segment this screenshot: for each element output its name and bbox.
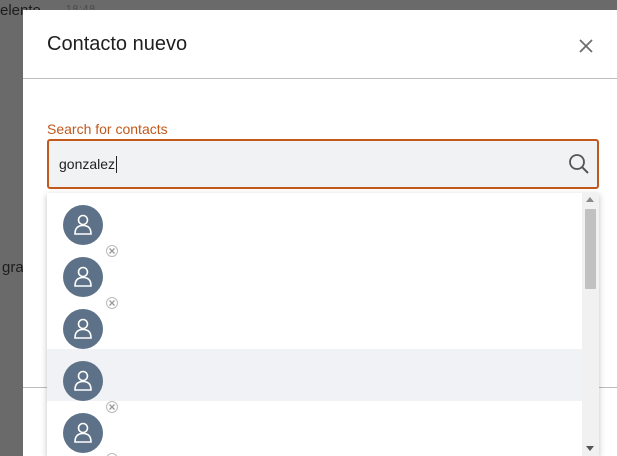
search-input[interactable] bbox=[59, 153, 539, 175]
close-button[interactable] bbox=[576, 36, 596, 56]
search-label: Search for contacts bbox=[47, 121, 168, 137]
list-item[interactable] bbox=[47, 245, 582, 309]
close-icon bbox=[579, 39, 593, 53]
list-item[interactable] bbox=[47, 349, 582, 413]
person-icon bbox=[74, 214, 92, 235]
search-button[interactable] bbox=[567, 152, 591, 176]
avatar bbox=[63, 205, 118, 257]
list-item[interactable] bbox=[47, 193, 582, 257]
search-field[interactable] bbox=[47, 139, 599, 189]
text-caret bbox=[116, 156, 118, 173]
avatar bbox=[63, 309, 118, 361]
person-icon bbox=[74, 370, 92, 391]
scroll-up-arrow-icon[interactable] bbox=[586, 197, 594, 202]
search-icon bbox=[569, 154, 589, 174]
new-contact-dialog: Contacto nuevo Search for contacts bbox=[23, 10, 617, 456]
vertical-scrollbar[interactable] bbox=[582, 193, 599, 456]
scroll-down-arrow-icon[interactable] bbox=[586, 446, 594, 451]
person-icon bbox=[74, 422, 92, 443]
avatar bbox=[63, 413, 118, 456]
list-item[interactable] bbox=[47, 401, 582, 456]
avatar bbox=[63, 361, 118, 413]
background-text: gra bbox=[2, 259, 24, 276]
avatar bbox=[63, 257, 118, 309]
scroll-thumb[interactable] bbox=[585, 209, 596, 289]
dialog-title: Contacto nuevo bbox=[47, 33, 188, 55]
person-icon bbox=[74, 266, 92, 287]
person-icon bbox=[74, 318, 92, 339]
header-divider bbox=[23, 78, 617, 79]
list-item[interactable] bbox=[47, 297, 582, 361]
contact-results-list[interactable] bbox=[47, 193, 599, 456]
